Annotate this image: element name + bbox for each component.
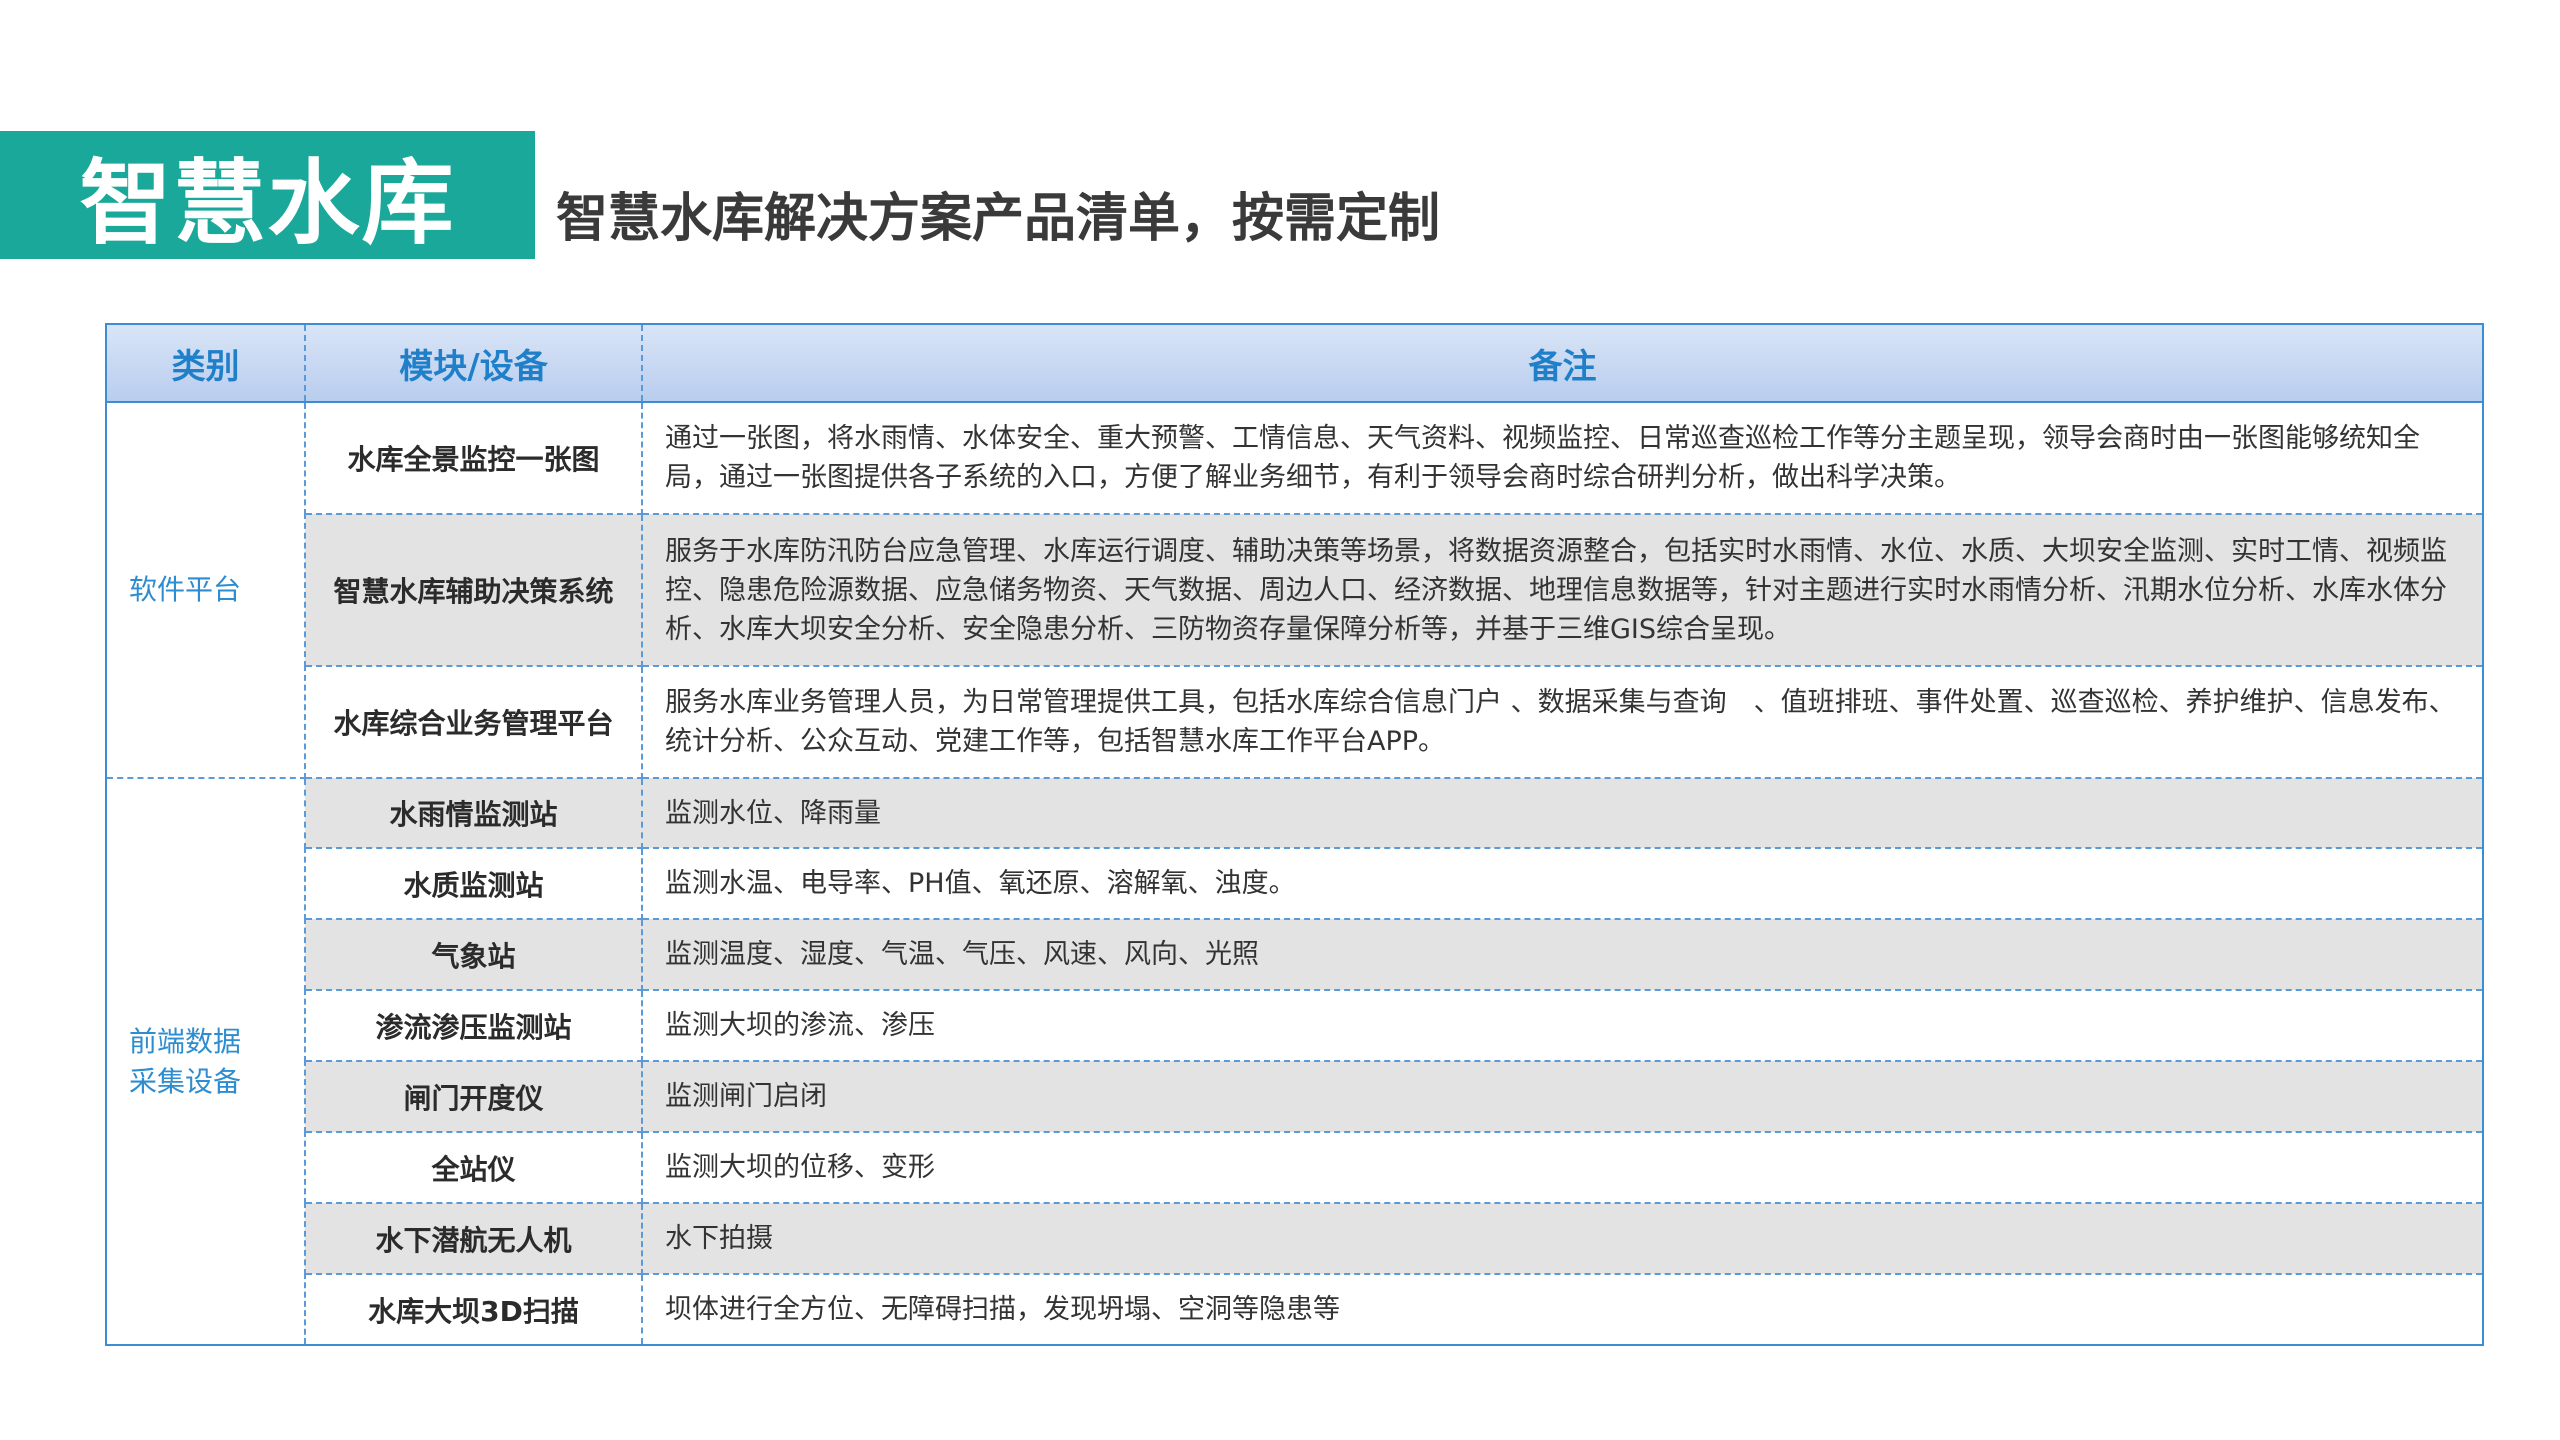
category-label-line2: 采集设备 bbox=[129, 1064, 242, 1098]
table-row: 气象站 监测温度、湿度、气温、气压、风速、风向、光照 bbox=[106, 918, 2484, 991]
product-list-table: 类别 模块/设备 备注 软件平台 水库全景监控一张图 通过一张图，将水雨情、水体… bbox=[105, 323, 2484, 1346]
table-row: 智慧水库辅助决策系统 服务于水库防汛防台应急管理、水库运行调度、辅助决策等场景，… bbox=[106, 513, 2484, 667]
title-badge-text: 智慧水库 bbox=[79, 149, 456, 257]
table-row: 渗流渗压监测站 监测大坝的渗流、渗压 bbox=[106, 989, 2484, 1062]
note-cell: 通过一张图，将水雨情、水体安全、重大预警、工情信息、天气资料、视频监控、日常巡查… bbox=[641, 401, 2484, 515]
module-cell: 水质监测站 bbox=[304, 847, 643, 920]
table-row: 水下潜航无人机 水下拍摄 bbox=[106, 1202, 2484, 1275]
table-row: 全站仪 监测大坝的位移、变形 bbox=[106, 1131, 2484, 1204]
table-row: 水库综合业务管理平台 服务水库业务管理人员，为日常管理提供工具，包括水库综合信息… bbox=[106, 665, 2484, 779]
module-cell: 气象站 bbox=[304, 918, 643, 991]
note-cell: 监测大坝的渗流、渗压 bbox=[641, 989, 2484, 1062]
note-cell: 监测温度、湿度、气温、气压、风速、风向、光照 bbox=[641, 918, 2484, 991]
table-row: 水质监测站 监测水温、电导率、PH值、氧还原、溶解氧、浊度。 bbox=[106, 847, 2484, 920]
table-row: 前端数据 采集设备 水雨情监测站 监测水位、降雨量 bbox=[105, 777, 2484, 1346]
column-header-module: 模块/设备 bbox=[304, 323, 643, 403]
table-row: 水库大坝3D扫描 坝体进行全方位、无障碍扫描，发现坍塌、空洞等隐患等 bbox=[106, 1273, 2484, 1346]
note-cell: 水下拍摄 bbox=[641, 1202, 2484, 1275]
module-cell: 水雨情监测站 bbox=[304, 777, 643, 849]
table-header-row: 类别 模块/设备 备注 bbox=[105, 323, 2484, 403]
category-cell-software: 软件平台 bbox=[105, 401, 306, 779]
note-cell: 监测水位、降雨量 bbox=[641, 777, 2484, 849]
module-cell: 智慧水库辅助决策系统 bbox=[304, 513, 643, 667]
table-row: 闸门开度仪 监测闸门启闭 bbox=[106, 1060, 2484, 1133]
category-cell-devices: 前端数据 采集设备 bbox=[105, 777, 306, 1346]
note-cell: 服务水库业务管理人员，为日常管理提供工具，包括水库综合信息门户 、数据采集与查询… bbox=[641, 665, 2484, 779]
note-cell: 监测水温、电导率、PH值、氧还原、溶解氧、浊度。 bbox=[641, 847, 2484, 920]
note-cell: 坝体进行全方位、无障碍扫描，发现坍塌、空洞等隐患等 bbox=[641, 1273, 2484, 1346]
title-badge: 智慧水库 bbox=[0, 131, 535, 259]
column-header-category: 类别 bbox=[105, 323, 306, 403]
note-cell: 监测大坝的位移、变形 bbox=[641, 1131, 2484, 1204]
category-label: 软件平台 bbox=[129, 573, 242, 606]
module-cell: 水库全景监控一张图 bbox=[304, 401, 643, 515]
page-subtitle: 智慧水库解决方案产品清单，按需定制 bbox=[556, 189, 1441, 249]
column-header-note: 备注 bbox=[641, 323, 2484, 403]
note-cell: 监测闸门启闭 bbox=[641, 1060, 2484, 1133]
module-cell: 渗流渗压监测站 bbox=[304, 989, 643, 1062]
module-cell: 全站仪 bbox=[304, 1131, 643, 1204]
module-cell: 水库大坝3D扫描 bbox=[304, 1273, 643, 1346]
module-cell: 水下潜航无人机 bbox=[304, 1202, 643, 1275]
note-cell: 服务于水库防汛防台应急管理、水库运行调度、辅助决策等场景，将数据资源整合，包括实… bbox=[641, 513, 2484, 667]
category-label-line1: 前端数据 bbox=[129, 1024, 242, 1058]
module-cell: 闸门开度仪 bbox=[304, 1060, 643, 1133]
module-cell: 水库综合业务管理平台 bbox=[304, 665, 643, 779]
table-row: 软件平台 水库全景监控一张图 通过一张图，将水雨情、水体安全、重大预警、工情信息… bbox=[105, 401, 2484, 779]
